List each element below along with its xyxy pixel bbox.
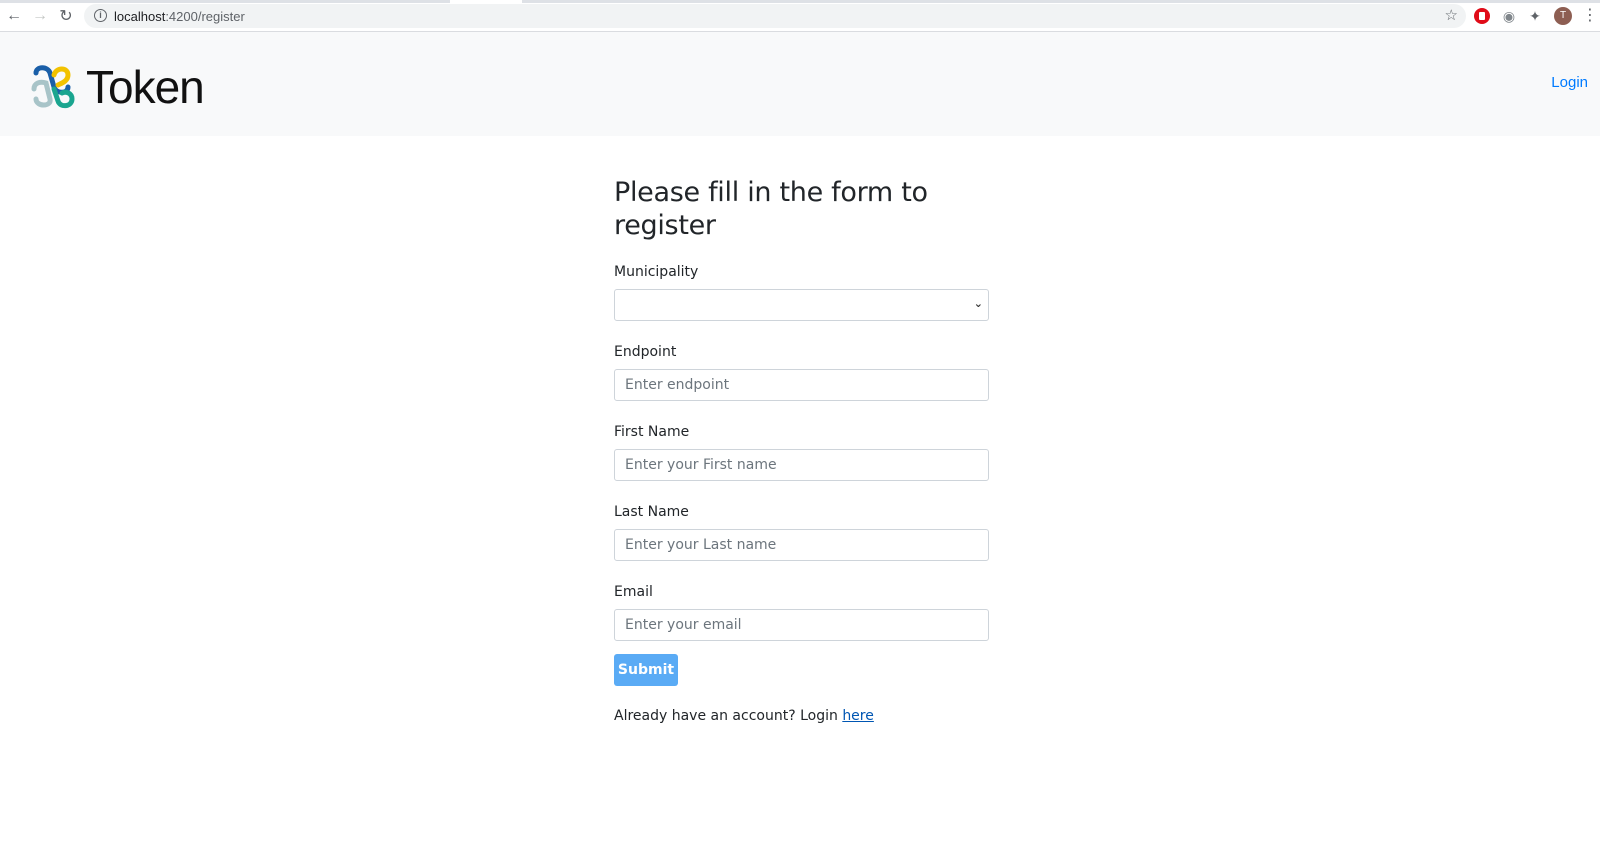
municipality-select[interactable] bbox=[614, 289, 989, 321]
endpoint-field: Endpoint bbox=[614, 344, 989, 401]
login-prompt-text: Already have an account? Login bbox=[614, 708, 843, 724]
tab-strip bbox=[0, 0, 1600, 3]
forward-icon[interactable]: → bbox=[30, 6, 50, 26]
token-logo bbox=[31, 65, 75, 109]
email-input[interactable] bbox=[614, 609, 989, 641]
page-title: Please fill in the form to register bbox=[614, 177, 928, 241]
brand[interactable]: Token bbox=[28, 60, 205, 114]
last-name-label: Last Name bbox=[614, 504, 689, 520]
brand-name: Token bbox=[86, 61, 205, 113]
submit-button[interactable]: Submit bbox=[614, 654, 678, 686]
extension-icon[interactable] bbox=[1474, 8, 1490, 24]
back-icon[interactable]: ← bbox=[4, 6, 24, 26]
browser-toolbar: ← → ↻ i localhost:4200/register ☆ ◉ ✦ T … bbox=[0, 0, 1600, 32]
first-name-field: First Name bbox=[614, 424, 989, 481]
municipality-select-wrap[interactable]: ⌄ bbox=[614, 289, 989, 321]
municipality-label: Municipality bbox=[614, 264, 699, 280]
app-navbar: Token Login bbox=[0, 32, 1600, 136]
login-prompt: Already have an account? Login here bbox=[614, 708, 989, 724]
last-name-field: Last Name bbox=[614, 504, 989, 561]
menu-icon[interactable]: ⋮ bbox=[1582, 6, 1598, 26]
first-name-label: First Name bbox=[614, 424, 690, 440]
nav-login-link[interactable]: Login bbox=[1551, 74, 1588, 91]
last-name-input[interactable] bbox=[614, 529, 989, 561]
reload-icon[interactable]: ↻ bbox=[56, 6, 76, 26]
register-form: Please fill in the form to register Muni… bbox=[614, 176, 989, 724]
endpoint-label: Endpoint bbox=[614, 344, 677, 360]
address-bar[interactable]: i localhost:4200/register ☆ bbox=[84, 4, 1466, 28]
info-icon[interactable]: i bbox=[94, 9, 107, 22]
puzzle-icon[interactable]: ✦ bbox=[1527, 8, 1543, 24]
star-icon[interactable]: ☆ bbox=[1445, 6, 1458, 24]
camera-icon[interactable]: ◉ bbox=[1501, 8, 1517, 24]
url-text: localhost:4200/register bbox=[114, 9, 245, 24]
first-name-input[interactable] bbox=[614, 449, 989, 481]
login-here-link[interactable]: here bbox=[842, 708, 874, 724]
email-label: Email bbox=[614, 584, 653, 600]
active-tab-indicator bbox=[450, 0, 522, 3]
email-field: Email bbox=[614, 584, 989, 641]
municipality-field: Municipality ⌄ bbox=[614, 264, 989, 321]
avatar[interactable]: T bbox=[1554, 7, 1572, 25]
endpoint-input[interactable] bbox=[614, 369, 989, 401]
